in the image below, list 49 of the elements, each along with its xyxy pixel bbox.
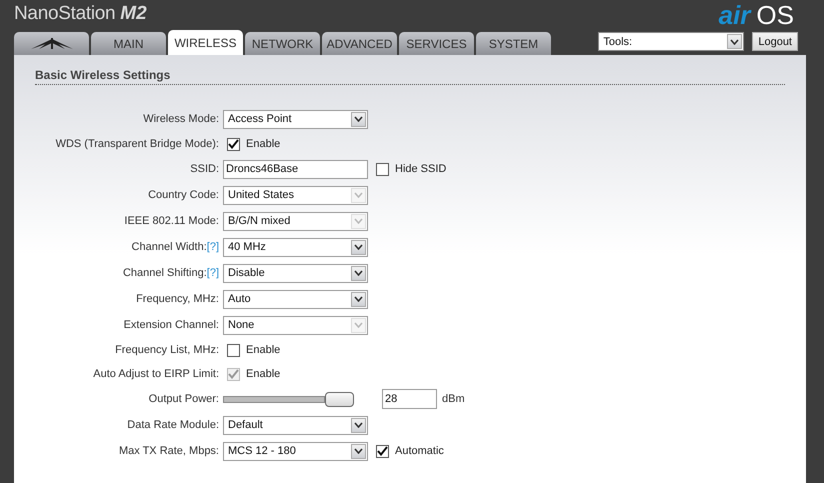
section-title: Basic Wireless Settings — [35, 68, 785, 85]
field-label: SSID: — [190, 163, 219, 175]
unit-label: dBm — [442, 393, 465, 405]
option-label: Enable — [246, 138, 280, 150]
dropdown[interactable]: 40 MHz — [223, 238, 368, 256]
field-label: Output Power: — [148, 393, 219, 405]
logo: air OS — [718, 0, 794, 30]
help-link[interactable]: [?] — [206, 267, 219, 279]
tab[interactable]: ADVANCED — [322, 32, 397, 55]
field-label: Max TX Rate, Mbps: — [118, 445, 219, 457]
field-label: Channel Shifting: — [122, 267, 207, 279]
dropdown[interactable]: Auto — [223, 290, 368, 308]
product-name: NanoStation — [14, 3, 116, 25]
ssid-field[interactable]: Droncs46Base — [223, 160, 368, 178]
model-name: M2 — [120, 3, 147, 25]
checkbox[interactable] — [376, 162, 389, 176]
option-label: Enable — [246, 368, 280, 380]
antenna-tab[interactable] — [14, 32, 89, 55]
dropdown[interactable]: Default — [223, 416, 368, 434]
logout-button[interactable]: Logout — [752, 32, 798, 51]
field-label: Data Rate Module: — [127, 419, 219, 431]
field-label: IEEE 802.11 Mode: — [124, 215, 219, 227]
option-label: Automatic — [395, 445, 444, 457]
option-label: Enable — [246, 344, 280, 356]
field-label: Auto Adjust to EIRP Limit: — [93, 368, 219, 380]
antenna-icon — [28, 38, 74, 50]
checkbox[interactable] — [227, 138, 240, 150]
field-label: Wireless Mode: — [143, 113, 219, 125]
power-field[interactable]: 28 — [382, 389, 437, 409]
option-label: Hide SSID — [395, 163, 446, 175]
field-label: Country Code: — [148, 189, 219, 201]
dropdown[interactable]: Disable — [223, 264, 368, 282]
checkbox[interactable] — [227, 344, 240, 356]
tab[interactable]: MAIN — [91, 32, 166, 55]
field-label: Channel Width: — [132, 241, 207, 253]
help-link[interactable]: [?] — [206, 241, 219, 253]
field-label: Frequency, MHz: — [136, 293, 219, 305]
field-label: Frequency List, MHz: — [115, 344, 219, 356]
field-label: WDS (Transparent Bridge Mode): — [56, 138, 219, 150]
slider-thumb[interactable] — [325, 392, 354, 406]
dropdown[interactable]: Access Point — [223, 110, 368, 128]
tab[interactable]: NETWORK — [245, 32, 320, 55]
tab[interactable]: SYSTEM — [476, 32, 551, 55]
tools-dropdown[interactable]: Tools: — [598, 32, 744, 51]
tab[interactable]: WIRELESS — [168, 30, 243, 55]
tab[interactable]: SERVICES — [399, 32, 474, 55]
checkbox[interactable] — [376, 444, 389, 458]
dropdown[interactable]: MCS 12 - 180 — [223, 442, 368, 460]
field-label: Extension Channel: — [124, 319, 219, 331]
